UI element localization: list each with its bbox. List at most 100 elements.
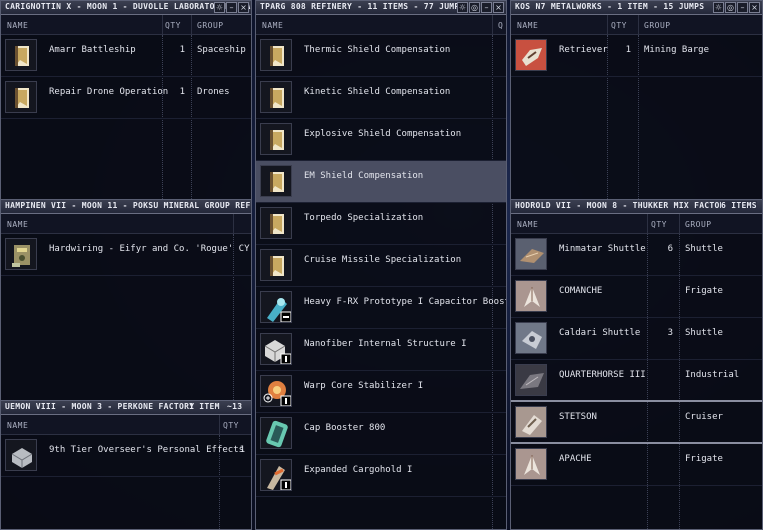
skillbook-icon — [260, 123, 292, 155]
item-qty: 6 — [667, 244, 673, 254]
jumps-count: ~13 — [227, 402, 243, 411]
column-header: NAME — [1, 214, 251, 234]
station-window-uemon: Uemon VIII - Moon 3 - Perkone Factory 1 … — [0, 400, 252, 530]
cargohold-module-icon — [260, 459, 292, 491]
window-titlebar[interactable]: Carignottin X - Moon 1 - Duvolle Laborat… — [1, 1, 251, 15]
item-group: Spaceship C — [197, 45, 252, 55]
close-button[interactable]: × — [493, 2, 504, 13]
list-item[interactable]: STETSON Cruiser — [511, 402, 762, 444]
header-name[interactable]: NAME — [517, 220, 538, 229]
item-group: Frigate — [685, 286, 723, 296]
item-group: Shuttle — [685, 244, 723, 254]
header-qty[interactable]: QTY — [611, 21, 627, 30]
item-name: Kinetic Shield Compensation — [304, 87, 451, 97]
comanche-ship-icon — [515, 280, 547, 312]
item-name: Hardwiring - Eifyr and Co. 'Rogue' CY-1 — [49, 244, 252, 254]
items-count: 6 Items — [721, 201, 757, 210]
item-qty: 1 — [625, 45, 631, 55]
list-item[interactable]: Thermic Shield Compensation — [256, 35, 506, 77]
item-name: APACHE — [559, 454, 592, 464]
settings-icon[interactable]: ☼ — [457, 2, 468, 13]
window-titlebar[interactable]: Hodrold VII - Moon 8 - Thukker Mix Facto… — [511, 200, 762, 214]
item-name: EM Shield Compensation — [304, 171, 424, 181]
header-name[interactable]: NAME — [517, 21, 538, 30]
item-group: Mining Barge — [644, 45, 710, 55]
settings-icon[interactable]: ☼ — [214, 2, 225, 13]
item-name: Thermic Shield Compensation — [304, 45, 451, 55]
window-titlebar[interactable]: Kos N7 Metalworks - 1 Item - 15 Jumps ☼ … — [511, 1, 762, 15]
list-item[interactable]: Cap Booster 800 — [256, 413, 506, 455]
cap-booster-icon — [260, 417, 292, 449]
list-item[interactable]: Repair Drone Operation 1 Drones — [1, 77, 251, 119]
list-item[interactable]: Heavy F-RX Prototype I Capacitor Boost — [256, 287, 506, 329]
close-button[interactable]: × — [749, 2, 760, 13]
list-item[interactable]: Amarr Battleship 1 Spaceship C — [1, 35, 251, 77]
capacitor-module-icon — [260, 291, 292, 323]
station-window-tparg: Tparg 808 Refinery - 11 Items - 77 Jumps… — [255, 0, 507, 530]
item-name: Heavy F-RX Prototype I Capacitor Boost — [304, 297, 507, 307]
header-qty[interactable]: QTY — [165, 21, 181, 30]
item-name: Torpedo Specialization — [304, 213, 424, 223]
list-item[interactable]: Explosive Shield Compensation — [256, 119, 506, 161]
list-item[interactable]: APACHE Frigate — [511, 444, 762, 486]
header-qty[interactable]: QTY — [651, 220, 667, 229]
header-group[interactable]: GROUP — [644, 21, 671, 30]
minimize-button[interactable]: – — [226, 2, 237, 13]
list-item[interactable]: Torpedo Specialization — [256, 203, 506, 245]
skillbook-icon — [5, 81, 37, 113]
window-title: Hampinen VII - Moon 11 - Poksu Mineral G… — [5, 201, 251, 210]
list-item[interactable]: Kinetic Shield Compensation — [256, 77, 506, 119]
target-icon[interactable]: ◎ — [469, 2, 480, 13]
items-count: 1 Item — [189, 402, 220, 411]
item-group: Frigate — [685, 454, 723, 464]
header-name[interactable]: NAME — [7, 421, 28, 430]
skillbook-icon — [260, 249, 292, 281]
skillbook-icon — [260, 165, 292, 197]
list-item[interactable]: Cruise Missile Specialization — [256, 245, 506, 287]
list-item[interactable]: Minmatar Shuttle 6 Shuttle — [511, 234, 762, 276]
minimize-button[interactable]: – — [481, 2, 492, 13]
column-header: NAME Q — [256, 15, 506, 35]
settings-icon[interactable]: ☼ — [713, 2, 724, 13]
header-group[interactable]: GROUP — [197, 21, 224, 30]
header-qty[interactable]: Q — [498, 21, 503, 30]
item-name: Retriever — [559, 45, 608, 55]
close-button[interactable]: × — [238, 2, 249, 13]
list-item[interactable]: QUARTERHORSE III Industrial — [511, 360, 762, 402]
item-qty: 1 — [179, 87, 185, 97]
header-name[interactable]: NAME — [262, 21, 283, 30]
item-name: Expanded Cargohold I — [304, 465, 413, 475]
warp-core-module-icon — [260, 375, 292, 407]
header-qty[interactable]: QTY — [223, 421, 239, 430]
list-item[interactable]: Retriever 1 Mining Barge — [511, 35, 762, 77]
list-item[interactable]: Hardwiring - Eifyr and Co. 'Rogue' CY-1 — [1, 234, 251, 276]
window-titlebar[interactable]: Hampinen VII - Moon 11 - Poksu Mineral G… — [1, 200, 251, 214]
list-item[interactable]: 9th Tier Overseer's Personal Effects 1 — [1, 435, 251, 477]
list-item[interactable]: Expanded Cargohold I — [256, 455, 506, 497]
list-item[interactable]: Nanofiber Internal Structure I — [256, 329, 506, 371]
window-titlebar[interactable]: Uemon VIII - Moon 3 - Perkone Factory 1 … — [1, 401, 251, 415]
item-name: Repair Drone Operation — [49, 87, 169, 97]
target-icon[interactable]: ◎ — [725, 2, 736, 13]
list-item[interactable]: Warp Core Stabilizer I — [256, 371, 506, 413]
window-titlebar[interactable]: Tparg 808 Refinery - 11 Items - 77 Jumps… — [256, 1, 506, 15]
header-name[interactable]: NAME — [7, 21, 28, 30]
list-item[interactable]: Caldari Shuttle 3 Shuttle — [511, 318, 762, 360]
caldari-shuttle-icon — [515, 322, 547, 354]
header-group[interactable]: GROUP — [685, 220, 712, 229]
container-icon — [5, 439, 37, 471]
list-item[interactable]: COMANCHE Frigate — [511, 276, 762, 318]
item-qty: 1 — [179, 45, 185, 55]
item-group: Cruiser — [685, 412, 723, 422]
window-title: Tparg 808 Refinery - 11 Items - 77 Jumps — [260, 2, 465, 11]
minimize-button[interactable]: – — [737, 2, 748, 13]
station-window-carignottin: Carignottin X - Moon 1 - Duvolle Laborat… — [0, 0, 252, 200]
item-group: Drones — [197, 87, 230, 97]
skillbook-icon — [260, 207, 292, 239]
list-item-selected[interactable]: EM Shield Compensation — [256, 161, 506, 203]
skillbook-icon — [260, 39, 292, 71]
item-name: QUARTERHORSE III — [559, 370, 646, 380]
implant-icon — [5, 238, 37, 270]
item-name: Warp Core Stabilizer I — [304, 381, 424, 391]
header-name[interactable]: NAME — [7, 220, 28, 229]
